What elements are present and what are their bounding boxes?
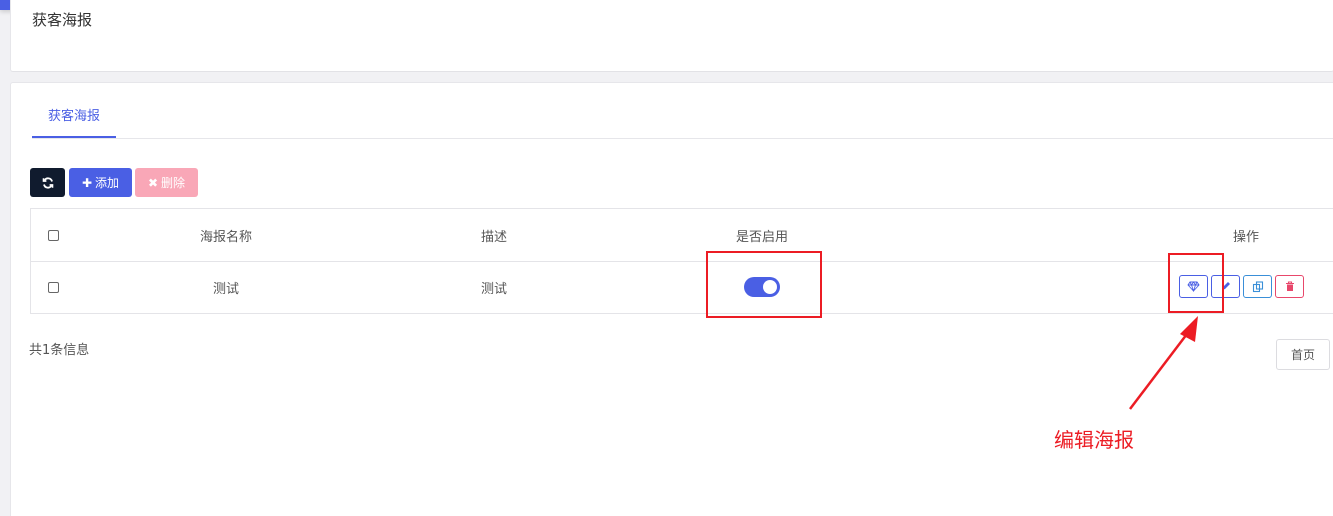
annotation-label: 编辑海报 [1054,428,1134,452]
